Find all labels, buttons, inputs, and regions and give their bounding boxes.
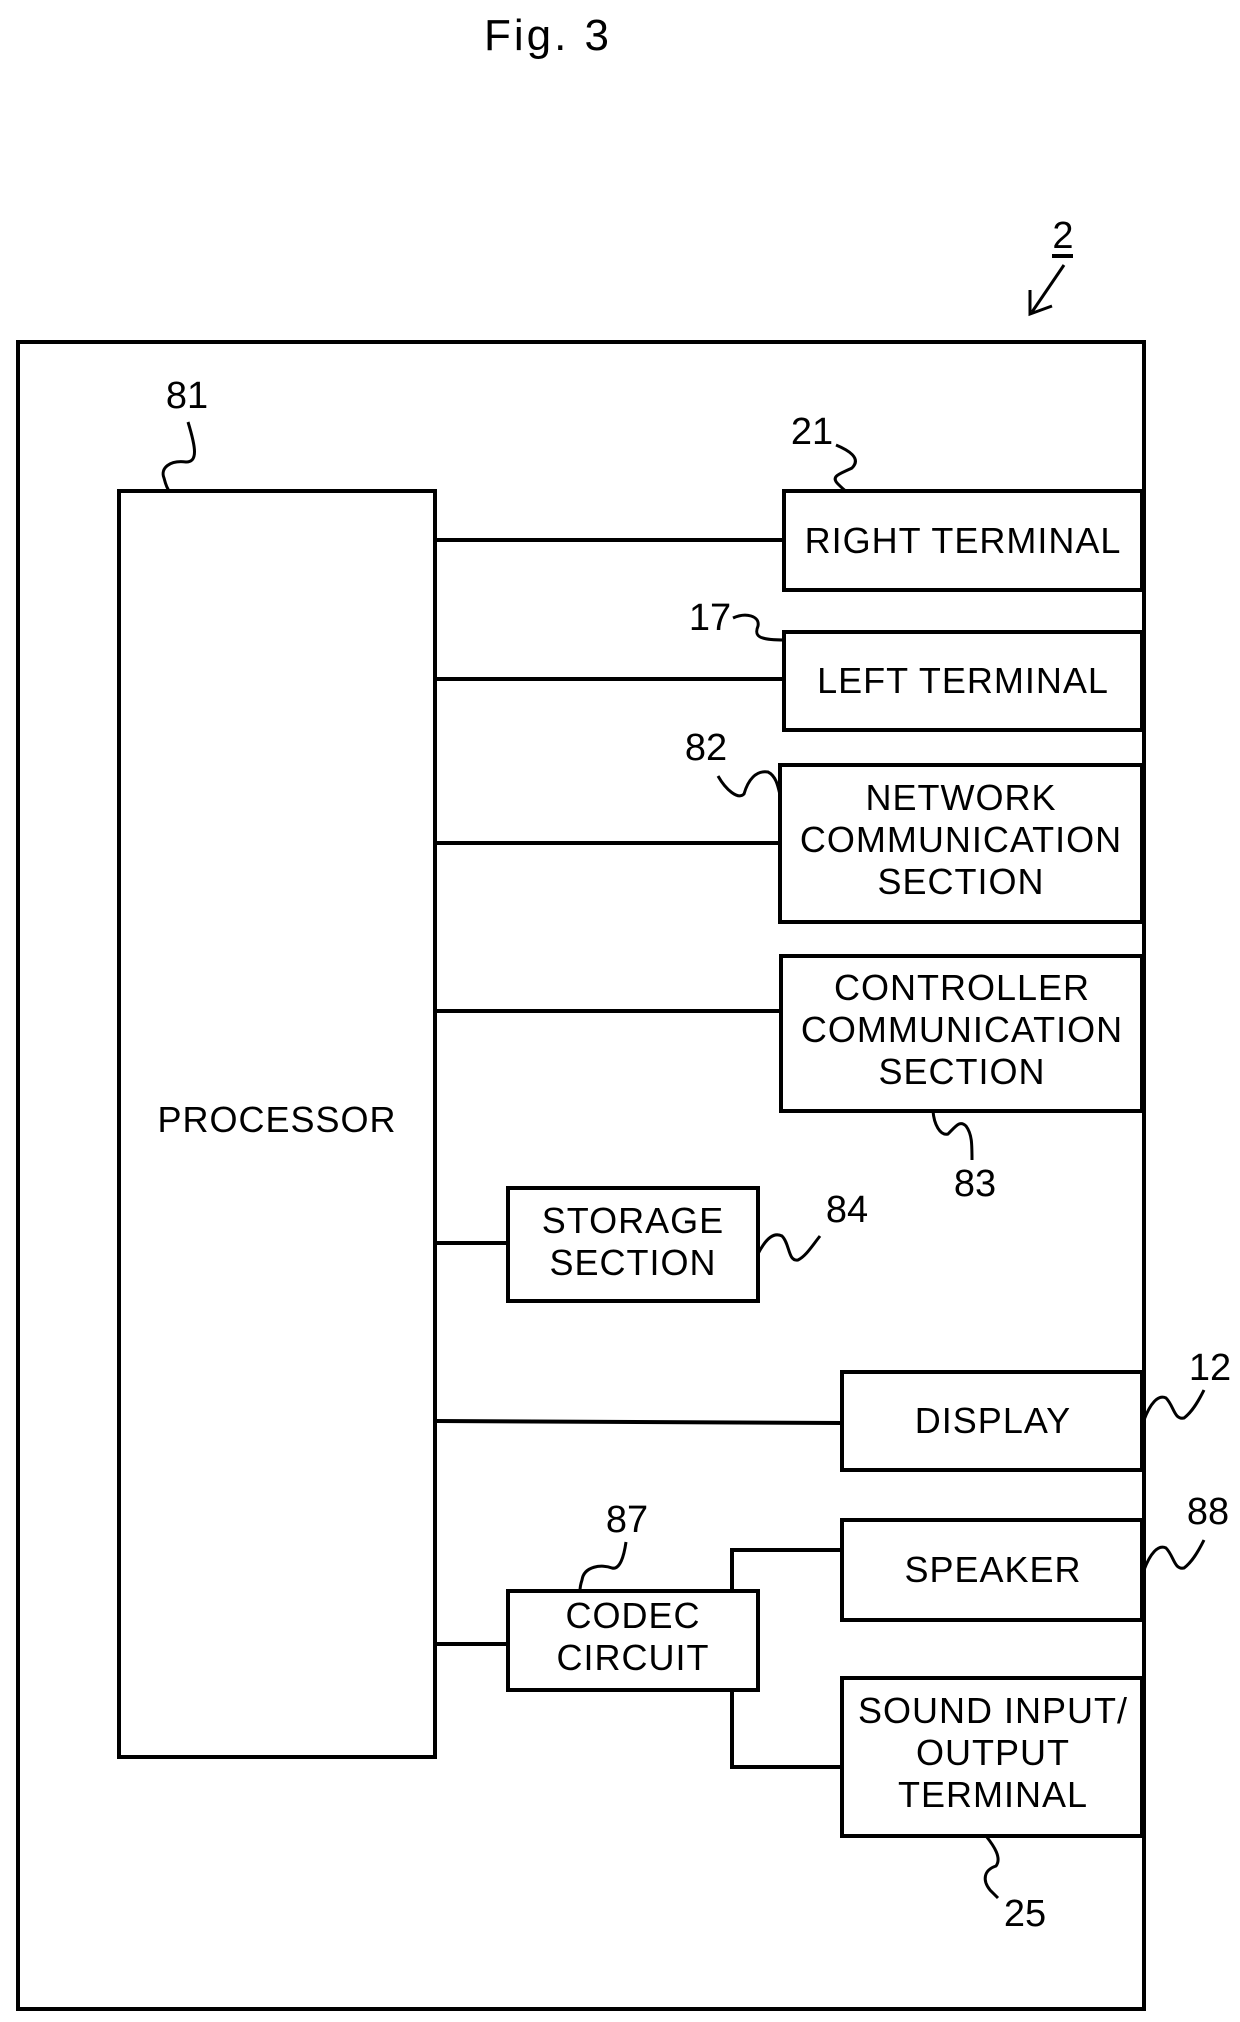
network-label-line-3: SECTION — [877, 861, 1044, 902]
display-label: DISPLAY — [915, 1400, 1071, 1441]
codec-circuit-ref: 87 — [606, 1499, 648, 1541]
sound-io-label-line-3: TERMINAL — [898, 1774, 1088, 1815]
controller-label-line-2: COMMUNICATION — [801, 1009, 1123, 1050]
device-ref-arrow-shaft — [1030, 264, 1066, 313]
processor-ref: 81 — [166, 375, 208, 417]
controller-communication-ref: 83 — [954, 1163, 996, 1205]
wire-processor-display — [434, 1419, 843, 1425]
device-ref-label: 2 — [1052, 215, 1073, 257]
figure-title: Fig. 3 — [484, 11, 612, 60]
display-ref-leader — [1142, 1389, 1206, 1421]
codec-label-line-2: CIRCUIT — [557, 1637, 710, 1678]
left-terminal-ref: 17 — [689, 597, 731, 639]
network-label-line-1: NETWORK — [866, 777, 1057, 818]
sound-io-ref: 25 — [1004, 1893, 1046, 1935]
left-terminal-label: LEFT TERMINAL — [817, 660, 1109, 701]
sound-io-label-line-2: OUTPUT — [916, 1732, 1070, 1773]
processor-label: PROCESSOR — [157, 1099, 396, 1140]
network-label-line-2: COMMUNICATION — [800, 819, 1122, 860]
network-communication-ref: 82 — [685, 727, 727, 769]
speaker-label: SPEAKER — [904, 1549, 1081, 1590]
controller-label-line-3: SECTION — [878, 1051, 1045, 1092]
storage-ref: 84 — [826, 1189, 868, 1231]
controller-label-line-1: CONTROLLER — [834, 967, 1090, 1008]
storage-label-line-1: STORAGE — [542, 1200, 724, 1241]
display-ref: 12 — [1189, 1347, 1231, 1389]
block-processor: PROCESSOR 81 — [117, 375, 437, 1759]
block-diagram: Fig. 3 2 PROCESSOR 81 RIGHT TERMINAL 21 … — [16, 11, 1231, 2011]
codec-label-line-1: CODEC — [565, 1595, 700, 1636]
right-terminal-ref: 21 — [791, 411, 833, 453]
sound-io-label-line-1: SOUND INPUT/ — [858, 1690, 1128, 1731]
storage-label-line-2: SECTION — [549, 1242, 716, 1283]
right-terminal-label: RIGHT TERMINAL — [805, 520, 1122, 561]
speaker-ref: 88 — [1187, 1491, 1229, 1533]
speaker-ref-leader — [1142, 1539, 1206, 1571]
